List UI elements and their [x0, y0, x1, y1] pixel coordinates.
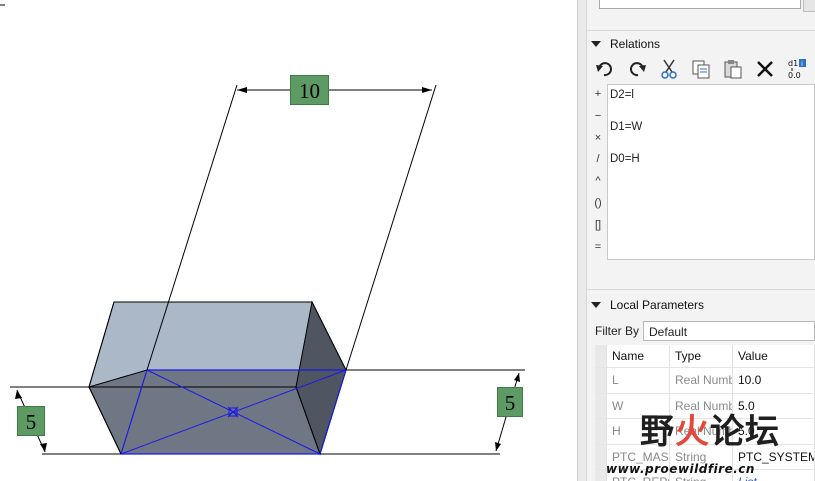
local-parameters-header[interactable]: Local Parameters — [591, 298, 704, 312]
panel-splitter[interactable] — [577, 0, 587, 481]
top-field-button[interactable] — [803, 0, 815, 12]
dimension-label-right[interactable]: 5 — [497, 387, 523, 417]
top-field[interactable] — [599, 0, 801, 9]
divider — [587, 30, 815, 31]
model-drawing — [0, 4, 525, 456]
filter-label: Filter By — [595, 324, 640, 338]
row-header-cell — [595, 368, 607, 393]
filter-dropdown[interactable]: Default — [643, 321, 815, 341]
param-type: Real Numb — [670, 368, 733, 393]
svg-text:i: i — [801, 60, 803, 68]
dimension-label-top[interactable]: 10 — [290, 75, 329, 105]
operator-plus-button[interactable]: + — [591, 84, 605, 106]
graphics-viewport[interactable]: 10 5 5 — [0, 0, 577, 481]
filter-row: Filter By Default — [595, 320, 815, 342]
copy-icon[interactable] — [689, 57, 713, 81]
cut-icon[interactable] — [657, 57, 681, 81]
param-name: L — [607, 368, 670, 393]
watermark-char: 野 — [640, 412, 675, 452]
svg-text:0.0: 0.0 — [788, 71, 801, 80]
watermark-char: 论 — [710, 412, 745, 452]
relations-editor[interactable]: D2=l D1=W D0=H — [607, 84, 815, 260]
param-value[interactable]: 10.0 — [733, 368, 815, 393]
relation-line: D1=W — [610, 121, 643, 133]
table-header: Name Type Value — [595, 345, 815, 368]
operator-divide-button[interactable]: / — [591, 149, 605, 171]
operator-parentheses-button[interactable]: () — [591, 193, 605, 215]
column-header-name[interactable]: Name — [607, 345, 670, 367]
local-parameters-title: Local Parameters — [610, 298, 705, 312]
relation-line: D0=H — [610, 153, 640, 165]
operator-multiply-button[interactable]: × — [591, 128, 605, 150]
operator-minus-button[interactable]: − — [591, 106, 605, 128]
dim-10-extension-right — [345, 84, 437, 371]
column-header-type[interactable]: Type — [670, 345, 733, 367]
row-header-cell — [595, 419, 607, 444]
divider — [587, 289, 815, 290]
watermark-char: 火 — [675, 412, 710, 452]
relations-header[interactable]: Relations — [591, 37, 660, 51]
undo-icon[interactable] — [593, 57, 617, 81]
display-values-icon[interactable]: d1 i 0.0 — [785, 57, 809, 81]
operator-power-button[interactable]: ^ — [591, 171, 605, 193]
svg-text:d1: d1 — [788, 59, 798, 68]
sketch-center-marker — [227, 406, 239, 418]
relations-toolbar: d1 i 0.0 — [593, 57, 815, 81]
operator-equals-button[interactable]: = — [591, 237, 605, 259]
operator-brackets-button[interactable]: [] — [591, 215, 605, 237]
table-row[interactable]: L Real Numb 10.0 — [595, 368, 815, 394]
collapse-triangle-icon[interactable] — [591, 302, 601, 308]
collapse-triangle-icon[interactable] — [591, 41, 601, 47]
dimension-label-left[interactable]: 5 — [17, 406, 45, 436]
paste-icon[interactable] — [721, 57, 745, 81]
operator-buttons: + − × / ^ () [] = — [591, 84, 605, 258]
relations-title: Relations — [610, 37, 661, 51]
column-header-value[interactable]: Value — [733, 345, 815, 367]
watermark-char: 坛 — [745, 412, 780, 452]
watermark-url: www.proewildfire.cn — [606, 462, 755, 476]
row-header-cell — [595, 345, 607, 367]
watermark-logo: 野火论坛 — [640, 404, 780, 453]
relation-line: D2=l — [610, 89, 634, 101]
delete-icon[interactable] — [753, 57, 777, 81]
redo-icon[interactable] — [625, 57, 649, 81]
row-header-cell — [595, 393, 607, 418]
